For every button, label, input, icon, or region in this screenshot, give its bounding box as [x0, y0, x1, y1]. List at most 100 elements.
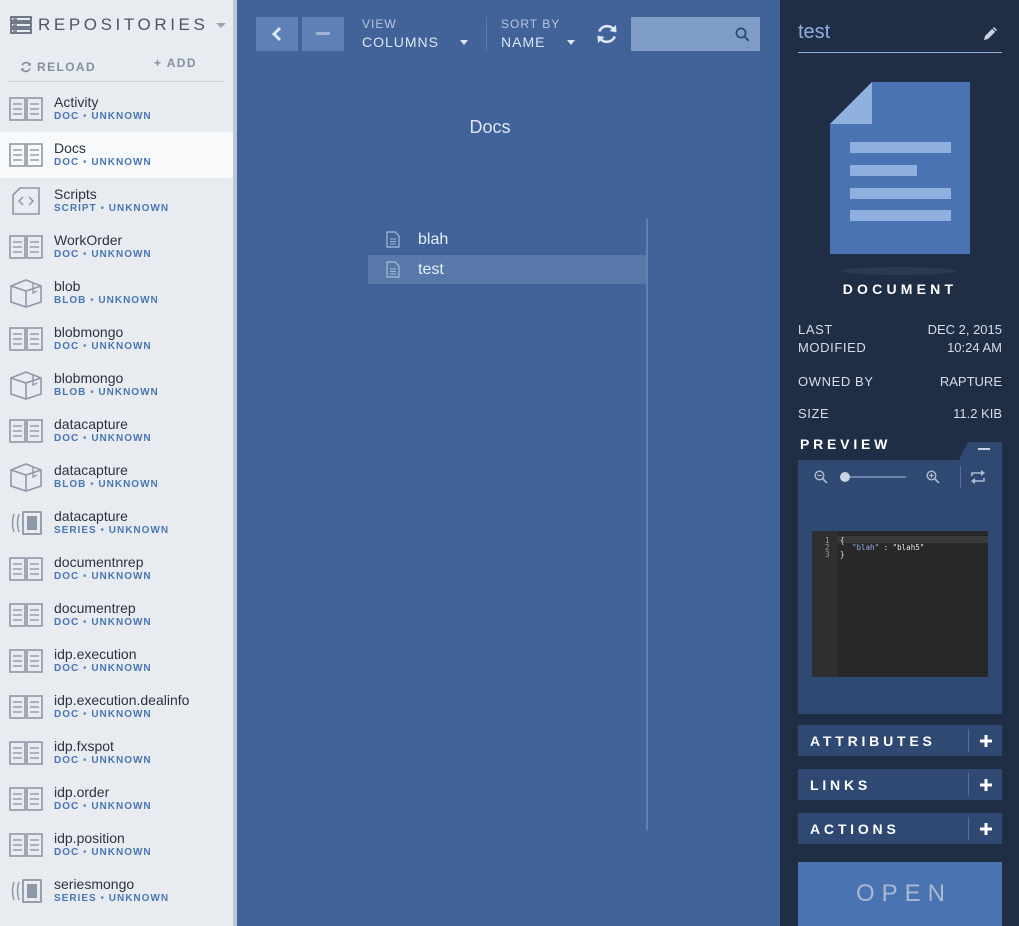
repo-status: UNKNOWN — [91, 157, 152, 168]
sidebar-item-idp-position-doc[interactable]: idp.position DOC • UNKNOWN — [0, 822, 233, 868]
sidebar-item-label: Activity — [54, 94, 99, 110]
view-chevron-down-icon[interactable] — [460, 40, 468, 45]
sidebar-item-text: WorkOrder DOC • UNKNOWN — [54, 232, 152, 262]
last-modified-label-2: MODIFIED — [798, 340, 867, 355]
document-icon — [830, 82, 970, 275]
sidebar-resize-handle[interactable] — [233, 0, 237, 926]
sidebar-item-datacapture-blob[interactable]: datacapture BLOB • UNKNOWN — [0, 454, 233, 500]
links-section[interactable]: LINKS — [798, 769, 1002, 800]
script-repo-icon — [8, 187, 44, 215]
preview-header: PREVIEW — [798, 436, 948, 460]
code-key: "blah" — [852, 543, 880, 552]
zoom-slider[interactable] — [840, 472, 906, 482]
file-row-test[interactable]: test — [368, 255, 646, 284]
last-modified-date: DEC 2, 2015 — [927, 322, 1002, 337]
search-input[interactable] — [631, 17, 760, 51]
meta-separator: • — [90, 479, 95, 490]
sidebar-item-blob-blob[interactable]: blob BLOB • UNKNOWN — [0, 270, 233, 316]
sidebar-item-documentnrep-doc[interactable]: documentnrep DOC • UNKNOWN — [0, 546, 233, 592]
open-button[interactable]: OPEN — [798, 862, 1002, 926]
repo-type: DOC — [54, 157, 80, 168]
sidebar-header[interactable]: REPOSITORIES — [0, 0, 233, 50]
zoom-out-icon[interactable] — [814, 470, 828, 484]
reload-button[interactable]: RELOAD — [20, 60, 96, 74]
repo-status: UNKNOWN — [91, 249, 152, 260]
file-name: test — [418, 260, 444, 278]
repo-status: UNKNOWN — [91, 663, 152, 674]
sidebar-item-datacapture-series[interactable]: datacapture SERIES • UNKNOWN — [0, 500, 233, 546]
preview-label: PREVIEW — [800, 436, 892, 452]
meta-separator: • — [83, 847, 88, 858]
repo-status: UNKNOWN — [91, 111, 152, 122]
pencil-icon[interactable] — [981, 25, 999, 43]
refresh-icon[interactable] — [595, 22, 619, 46]
sidebar-item-text: Docs DOC • UNKNOWN — [54, 140, 152, 170]
file-row-blah[interactable]: blah — [368, 225, 646, 254]
sidebar-item-meta: BLOB • UNKNOWN — [54, 386, 159, 400]
code-preview[interactable]: 1 2 3 { "blah" : "blah5" } — [812, 531, 988, 677]
sort-select[interactable]: NAME — [501, 34, 545, 50]
sidebar-item-blobmongo-doc[interactable]: blobmongo DOC • UNKNOWN — [0, 316, 233, 362]
sidebar-item-idp-fxspot-doc[interactable]: idp.fxspot DOC • UNKNOWN — [0, 730, 233, 776]
owned-by-value: RAPTURE — [939, 374, 1002, 389]
chevron-down-icon[interactable] — [216, 22, 227, 28]
sidebar-item-meta: DOC • UNKNOWN — [54, 846, 152, 860]
repo-type: SCRIPT — [54, 203, 97, 214]
plus-icon[interactable] — [978, 733, 994, 749]
repo-type: SERIES — [54, 893, 97, 904]
repositories-sidebar: REPOSITORIES RELOAD + ADD Activity DOC • … — [0, 0, 233, 926]
repo-type: SERIES — [54, 525, 97, 536]
sidebar-item-label: idp.fxspot — [54, 738, 114, 754]
view-select[interactable]: COLUMNS — [362, 34, 439, 50]
doc-repo-icon — [8, 648, 44, 674]
sidebar-item-documentrep-doc[interactable]: documentrep DOC • UNKNOWN — [0, 592, 233, 638]
sidebar-item-meta: DOC • UNKNOWN — [54, 432, 152, 446]
plus-icon[interactable] — [978, 777, 994, 793]
sidebar-item-label: blob — [54, 278, 81, 294]
search-icon[interactable] — [735, 27, 750, 42]
sidebar-item-label: seriesmongo — [54, 876, 135, 892]
doc-repo-icon — [8, 832, 44, 858]
add-repository-button[interactable]: + ADD — [154, 56, 197, 70]
sidebar-item-scripts-script[interactable]: Scripts SCRIPT • UNKNOWN — [0, 178, 233, 224]
zoom-in-icon[interactable] — [926, 470, 940, 484]
sidebar-item-datacapture-doc[interactable]: datacapture DOC • UNKNOWN — [0, 408, 233, 454]
sidebar-item-activity-doc[interactable]: Activity DOC • UNKNOWN — [0, 86, 233, 132]
repo-status: UNKNOWN — [91, 433, 152, 444]
sidebar-item-idp-order-doc[interactable]: idp.order DOC • UNKNOWN — [0, 776, 233, 822]
refresh-icon — [21, 61, 31, 73]
column-resize-handle[interactable] — [646, 219, 648, 830]
collapse-button[interactable] — [302, 17, 344, 51]
sidebar-item-seriesmongo-series[interactable]: seriesmongo SERIES • UNKNOWN — [0, 868, 233, 914]
sidebar-item-idp-execution-dealinfo-doc[interactable]: idp.execution.dealinfo DOC • UNKNOWN — [0, 684, 233, 730]
sidebar-item-docs-doc[interactable]: Docs DOC • UNKNOWN — [0, 132, 233, 178]
rotate-icon[interactable] — [970, 470, 986, 484]
repo-type: DOC — [54, 755, 80, 766]
actions-section[interactable]: ACTIONS — [798, 813, 1002, 844]
code-colon: : — [879, 543, 893, 552]
sidebar-item-workorder-doc[interactable]: WorkOrder DOC • UNKNOWN — [0, 224, 233, 270]
sidebar-item-meta: DOC • UNKNOWN — [54, 800, 152, 814]
meta-separator: • — [100, 525, 105, 536]
sidebar-item-idp-execution-doc[interactable]: idp.execution DOC • UNKNOWN — [0, 638, 233, 684]
doc-repo-icon — [8, 418, 44, 444]
sidebar-item-blobmongo-blob[interactable]: blobmongo BLOB • UNKNOWN — [0, 362, 233, 408]
preview-box: 1 2 3 { "blah" : "blah5" } — [798, 460, 1002, 714]
code-line-2: "blah" : "blah5" — [852, 543, 924, 552]
meta-separator: • — [83, 433, 88, 444]
sidebar-item-meta: DOC • UNKNOWN — [54, 570, 152, 584]
repo-status: UNKNOWN — [91, 571, 152, 582]
last-modified-label-1: LAST — [798, 322, 833, 337]
sidebar-item-meta: BLOB • UNKNOWN — [54, 294, 159, 308]
plus-icon[interactable] — [978, 821, 994, 837]
sort-chevron-down-icon[interactable] — [567, 40, 575, 45]
sidebar-item-label: blobmongo — [54, 324, 124, 340]
repo-type: DOC — [54, 249, 80, 260]
back-button[interactable] — [256, 17, 298, 51]
attributes-section[interactable]: ATTRIBUTES — [798, 725, 1002, 756]
preview-collapse-button[interactable] — [958, 442, 1002, 462]
doc-repo-icon — [8, 740, 44, 766]
zoom-slider-thumb[interactable] — [840, 472, 850, 482]
sort-label: SORT BY — [501, 17, 561, 31]
minus-icon — [978, 448, 990, 450]
